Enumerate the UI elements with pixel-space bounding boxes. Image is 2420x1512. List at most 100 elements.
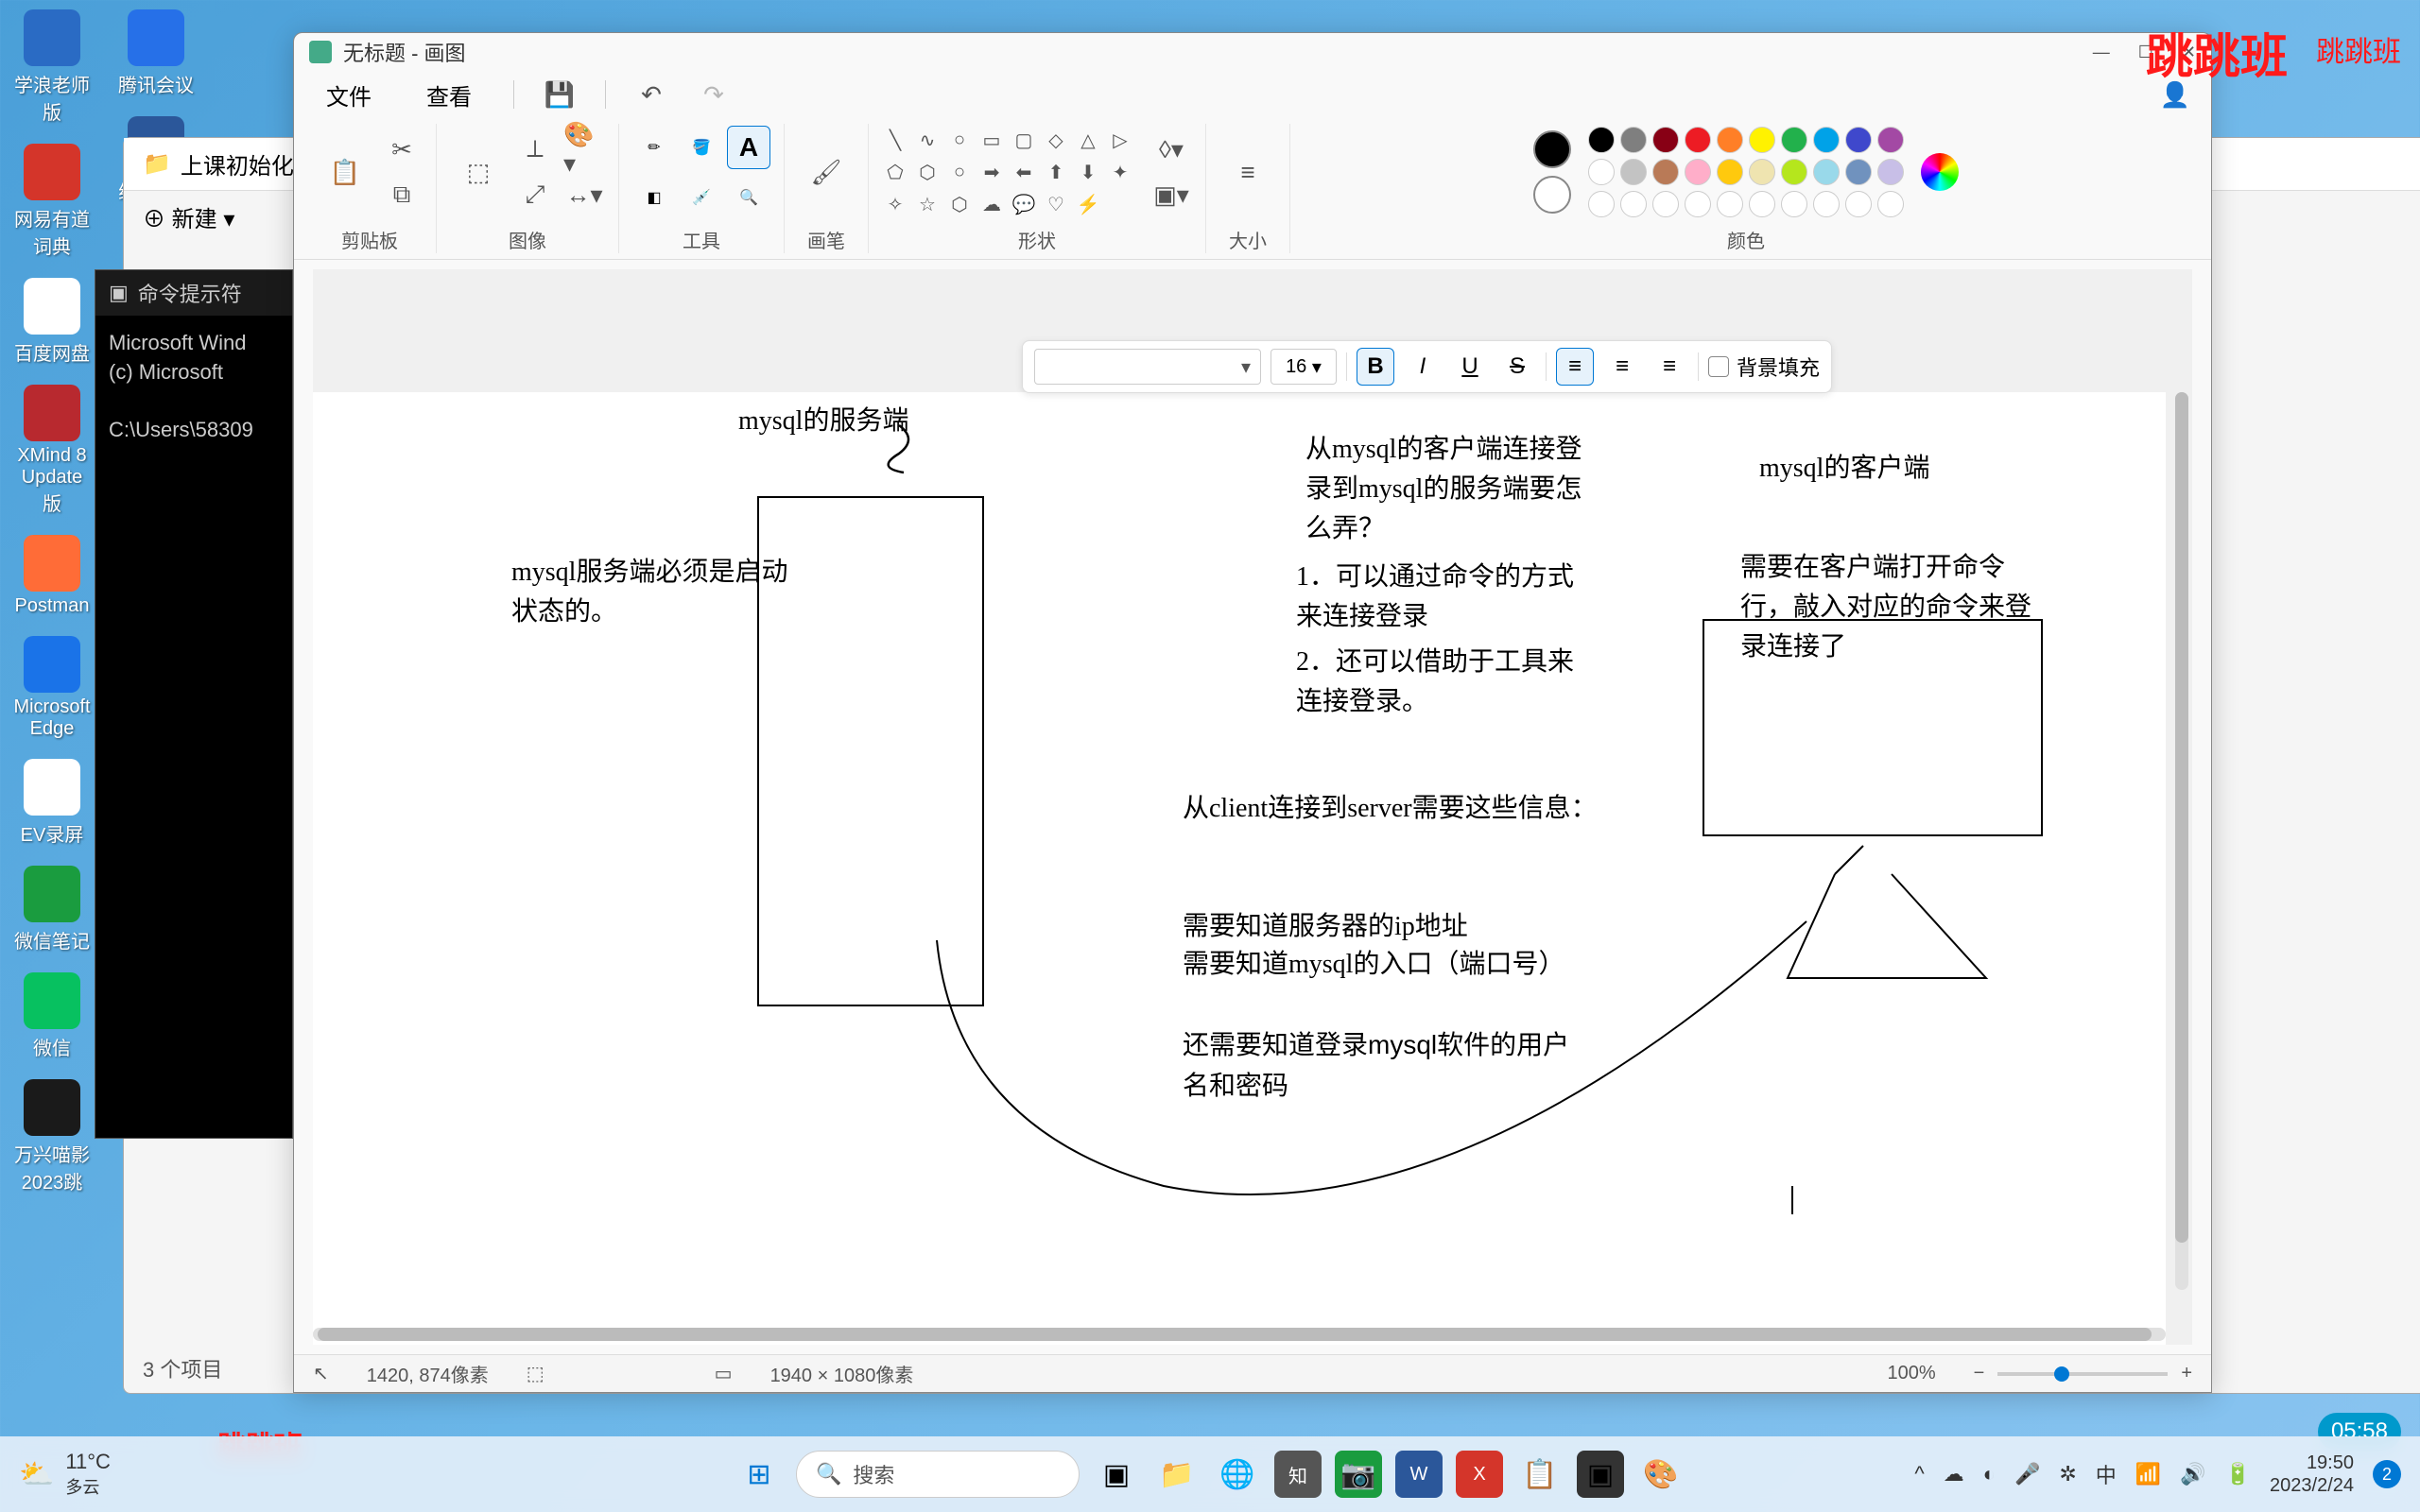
color-swatch[interactable] (1652, 127, 1679, 153)
underline-button[interactable]: U (1451, 348, 1489, 386)
crop-button[interactable]: ⟂ (514, 129, 556, 170)
shape-fill[interactable]: ▣▾ (1150, 174, 1192, 215)
color-swatch[interactable] (1845, 191, 1872, 217)
cmd-titlebar[interactable]: ▣ 命令提示符 (95, 270, 292, 316)
color-swatch[interactable] (1588, 159, 1615, 185)
tb-app2[interactable]: 📷 (1335, 1451, 1382, 1498)
tray-onedrive[interactable]: ☁ (1944, 1462, 1964, 1486)
tb-xmind[interactable]: X (1456, 1451, 1503, 1498)
color-swatch[interactable] (1588, 127, 1615, 153)
color-swatch[interactable] (1652, 191, 1679, 217)
zoom-slider[interactable] (1997, 1372, 2168, 1376)
cut-button[interactable]: ✂ (381, 129, 423, 170)
desktop-icon[interactable]: XMind 8 Update 版 (9, 385, 95, 516)
tb-notepad[interactable]: 📋 (1516, 1451, 1564, 1498)
edit-colors[interactable] (1921, 153, 1959, 191)
desktop-icon[interactable]: Postman (9, 535, 95, 617)
color-swatch[interactable] (1620, 159, 1647, 185)
zoom-out[interactable]: − (1974, 1363, 1985, 1384)
tray-volume[interactable]: 🔊 (2180, 1462, 2205, 1486)
bold-button[interactable]: B (1357, 348, 1394, 386)
color-swatch[interactable] (1588, 191, 1615, 217)
menu-file[interactable]: 文件 (313, 73, 385, 117)
shapes-palette[interactable]: ╲∿○▭▢◇△▷ ⬠⬡○➡⬅⬆⬇✦ ✧☆⬡☁💬♡⚡ (882, 127, 1133, 217)
save-icon[interactable]: 💾 (543, 77, 577, 112)
tray-gpu[interactable]: ◐ (1983, 1462, 1996, 1486)
task-view[interactable]: ▣ (1093, 1451, 1140, 1498)
pencil-tool[interactable]: ✏ (632, 126, 676, 169)
copy-button[interactable]: ⧉ (381, 174, 423, 215)
tb-word[interactable]: W (1395, 1451, 1443, 1498)
color-swatch[interactable] (1813, 159, 1840, 185)
magnifier-tool[interactable]: 🔍 (727, 176, 770, 219)
scrollbar-horizontal[interactable] (313, 1328, 2166, 1341)
tb-app1[interactable]: 知 (1274, 1451, 1322, 1498)
select-button[interactable]: ⬚ (450, 134, 507, 210)
color-swatch[interactable] (1685, 127, 1711, 153)
color-swatch[interactable] (1781, 159, 1807, 185)
desktop-icon[interactable]: 微信 (9, 972, 95, 1060)
minimize-button[interactable]: — (2093, 43, 2110, 62)
tray-battery[interactable]: 🔋 (2225, 1462, 2251, 1486)
font-size-select[interactable]: 16 ▾ (1270, 349, 1337, 385)
cmd-body[interactable]: Microsoft Wind (c) Microsoft C:\Users\58… (95, 316, 292, 458)
text-tool[interactable]: A (727, 126, 770, 169)
color2[interactable] (1533, 176, 1571, 214)
align-center[interactable]: ≡ (1603, 348, 1641, 386)
color-swatch[interactable] (1813, 127, 1840, 153)
color-swatch[interactable] (1877, 191, 1904, 217)
menu-view[interactable]: 查看 (413, 73, 485, 117)
taskbar-clock[interactable]: 19:50 2023/2/24 (2270, 1452, 2354, 1497)
tb-cmd[interactable]: ▣ (1577, 1451, 1624, 1498)
tray-mic[interactable]: 🎤 (2014, 1462, 2040, 1486)
color-swatch[interactable] (1717, 127, 1743, 153)
redo-icon[interactable]: ↷ (697, 77, 731, 112)
tray-wifi[interactable]: 📶 (2135, 1462, 2161, 1486)
color-swatch[interactable] (1620, 191, 1647, 217)
color1[interactable] (1533, 130, 1571, 168)
color-swatch[interactable] (1685, 159, 1711, 185)
tray-ime[interactable]: 中 (2096, 1459, 2117, 1489)
align-left[interactable]: ≡ (1556, 348, 1594, 386)
flip-button[interactable]: ↔▾ (563, 174, 605, 215)
color-swatch[interactable] (1781, 191, 1807, 217)
color-swatch[interactable] (1749, 127, 1775, 153)
desktop-icon[interactable]: 腾讯会议 (113, 9, 199, 97)
color-swatch[interactable] (1845, 127, 1872, 153)
color-swatch[interactable] (1877, 159, 1904, 185)
desktop-icon[interactable]: Microsoft Edge (9, 636, 95, 740)
eraser-tool[interactable]: ◧ (632, 176, 676, 219)
color-swatch[interactable] (1845, 159, 1872, 185)
color-swatch[interactable] (1749, 191, 1775, 217)
brush-button[interactable]: 🖌 (798, 134, 855, 210)
color-swatch[interactable] (1877, 127, 1904, 153)
color-swatch[interactable] (1781, 127, 1807, 153)
notification-badge[interactable]: 2 (2373, 1460, 2401, 1488)
desktop-icon[interactable]: 万兴喵影 2023跳 (9, 1079, 95, 1194)
zoom-in[interactable]: + (2181, 1363, 2192, 1384)
rotate-button[interactable]: 🎨▾ (563, 129, 605, 170)
undo-icon[interactable]: ↶ (634, 77, 668, 112)
tray-chevron[interactable]: ^ (1914, 1462, 1924, 1486)
color-swatch[interactable] (1620, 127, 1647, 153)
new-button[interactable]: ⊕ 新建 ▾ (143, 200, 234, 233)
tb-edge[interactable]: 🌐 (1214, 1451, 1261, 1498)
tb-explorer[interactable]: 📁 (1153, 1451, 1201, 1498)
shape-outline[interactable]: ◊▾ (1150, 129, 1192, 170)
desktop-icon[interactable]: EV录屏 (9, 759, 95, 847)
color-swatch[interactable] (1749, 159, 1775, 185)
paste-button[interactable]: 📋 (317, 134, 373, 210)
desktop-icon[interactable]: 百度网盘 (9, 278, 95, 366)
color-swatch[interactable] (1717, 159, 1743, 185)
color-swatch[interactable] (1652, 159, 1679, 185)
color-swatch[interactable] (1813, 191, 1840, 217)
desktop-icon[interactable]: 网易有道词典 (9, 144, 95, 259)
taskbar-search[interactable]: 🔍 搜索 (796, 1451, 1080, 1498)
paint-titlebar[interactable]: 无标题 - 画图 — ☐ ✕ (294, 33, 2211, 71)
taskbar-weather[interactable]: ⛅ 11°C 多云 (0, 1450, 111, 1499)
desktop-icon[interactable]: 微信笔记 (9, 866, 95, 954)
color-swatch[interactable] (1685, 191, 1711, 217)
color-swatch[interactable] (1717, 191, 1743, 217)
paint-canvas[interactable]: mysql的服务端 mysql服务端必须是启动状态的。 mysql的客户端 需要… (313, 392, 2166, 1345)
italic-button[interactable]: I (1404, 348, 1442, 386)
